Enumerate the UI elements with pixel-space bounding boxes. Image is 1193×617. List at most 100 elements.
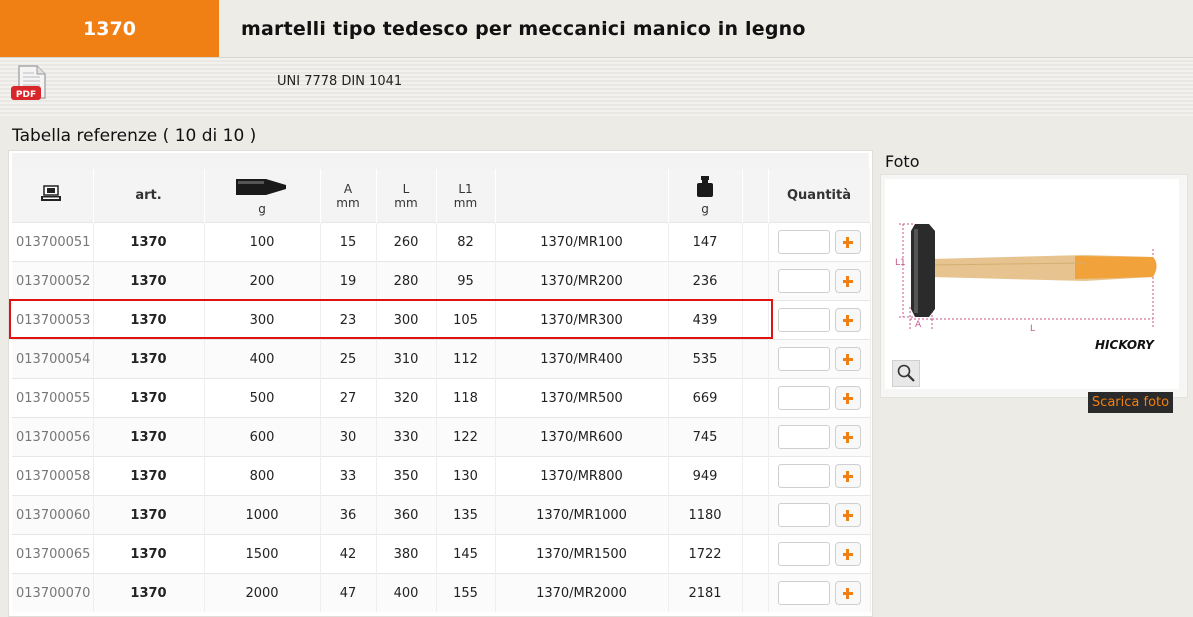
- spacer-cell: [742, 222, 769, 262]
- computer-icon: [12, 169, 94, 223]
- l1-value: 155: [436, 573, 496, 612]
- mass-value: 535: [668, 339, 743, 379]
- quantity-input[interactable]: [777, 230, 830, 254]
- page-header: 1370 martelli tipo tedesco per meccanici…: [0, 0, 1193, 58]
- quantity-cell: [768, 300, 871, 340]
- table-row: 013700058 1370 800 33 350 130 1370/MR800 949: [12, 456, 871, 496]
- zoom-icon[interactable]: [892, 360, 920, 387]
- add-to-cart-plus-icon[interactable]: [834, 386, 861, 410]
- l-value: 260: [376, 222, 437, 262]
- col-qty: Quantità: [768, 169, 871, 223]
- add-to-cart-plus-icon[interactable]: [834, 347, 861, 371]
- a-value: 19: [320, 261, 377, 301]
- add-to-cart-plus-icon[interactable]: [834, 464, 861, 488]
- spacer-cell: [742, 534, 769, 574]
- mass-value: 745: [668, 417, 743, 457]
- download-photo-button[interactable]: Scarica foto: [1088, 392, 1173, 413]
- art-number: 1370: [93, 573, 205, 612]
- product-title: martelli tipo tedesco per meccanici mani…: [241, 17, 806, 40]
- l-value: 350: [376, 456, 437, 496]
- table-row: 013700054 1370 400 25 310 112 1370/MR400 535: [12, 339, 871, 379]
- table-top-strip: [12, 153, 869, 169]
- l1-value: 130: [436, 456, 496, 496]
- quantity-input[interactable]: [777, 386, 830, 410]
- col-l1: L1 mm: [436, 169, 496, 223]
- col-a-label: A: [343, 181, 353, 196]
- table-row: 013700070 1370 2000 47 400 155 1370/MR2000 2181: [12, 573, 871, 612]
- add-to-cart-plus-icon[interactable]: [834, 230, 861, 254]
- spacer-cell: [742, 378, 769, 418]
- item-code: 013700055: [12, 378, 94, 418]
- l1-value: 118: [436, 378, 496, 418]
- col-a-unit: mm: [336, 195, 360, 210]
- quantity-input[interactable]: [777, 425, 830, 449]
- ref-code: 1370/MR500: [495, 378, 669, 418]
- table-row: 013700056 1370 600 30 330 122 1370/MR600 745: [12, 417, 871, 457]
- weight-value: 200: [204, 261, 321, 301]
- weight-unit: g: [258, 202, 266, 216]
- item-code: 013700058: [12, 456, 94, 496]
- dim-l-label: L: [1030, 324, 1035, 334]
- a-value: 42: [320, 534, 377, 574]
- l1-value: 82: [436, 222, 496, 262]
- table-row: 013700051 1370 100 15 260 82 1370/MR100 147: [12, 222, 871, 262]
- add-to-cart-plus-icon[interactable]: [834, 581, 861, 605]
- dim-a-label: A: [915, 320, 922, 330]
- add-to-cart-plus-icon[interactable]: [834, 308, 861, 332]
- l1-value: 122: [436, 417, 496, 457]
- quantity-input[interactable]: [777, 581, 830, 605]
- table-header-row: art. g A mm L mm L1 mm g Quantità: [12, 169, 871, 223]
- l-value: 280: [376, 261, 437, 301]
- product-code: 1370: [0, 0, 219, 57]
- hammer-head-icon: [234, 179, 290, 202]
- weight-value: 2000: [204, 573, 321, 612]
- col-l-label: L: [402, 181, 410, 196]
- ref-code: 1370/MR2000: [495, 573, 669, 612]
- mass-value: 2181: [668, 573, 743, 612]
- mass-unit: g: [701, 202, 709, 216]
- col-spacer: [742, 169, 769, 223]
- reference-table: art. g A mm L mm L1 mm g Quantità 013700…: [12, 169, 871, 612]
- mass-value: 147: [668, 222, 743, 262]
- l1-value: 105: [436, 300, 496, 340]
- product-photo[interactable]: L1 A L HICKORY: [885, 179, 1179, 389]
- ref-code: 1370/MR100: [495, 222, 669, 262]
- weight-value: 400: [204, 339, 321, 379]
- quantity-input[interactable]: [777, 269, 830, 293]
- add-to-cart-plus-icon[interactable]: [834, 503, 861, 527]
- quantity-input[interactable]: [777, 308, 830, 332]
- quantity-cell: [768, 456, 871, 496]
- art-number: 1370: [93, 534, 205, 574]
- l-value: 300: [376, 300, 437, 340]
- quantity-input[interactable]: [777, 503, 830, 527]
- item-code: 013700056: [12, 417, 94, 457]
- l1-value: 112: [436, 339, 496, 379]
- l-value: 360: [376, 495, 437, 535]
- col-a: A mm: [320, 169, 377, 223]
- weight-value: 500: [204, 378, 321, 418]
- col-l-unit: mm: [394, 195, 418, 210]
- quantity-cell: [768, 417, 871, 457]
- add-to-cart-plus-icon[interactable]: [834, 542, 861, 566]
- col-mass: g: [668, 169, 743, 223]
- info-bar: [0, 58, 1193, 116]
- col-l1-unit: mm: [453, 195, 478, 210]
- quantity-input[interactable]: [777, 542, 830, 566]
- brand-label: HICKORY: [1095, 338, 1155, 352]
- l-value: 330: [376, 417, 437, 457]
- spacer-cell: [742, 495, 769, 535]
- art-number: 1370: [93, 495, 205, 535]
- spacer-cell: [742, 339, 769, 379]
- quantity-cell: [768, 222, 871, 262]
- quantity-input[interactable]: [777, 464, 830, 488]
- quantity-input[interactable]: [777, 347, 830, 371]
- add-to-cart-plus-icon[interactable]: [834, 425, 861, 449]
- item-code: 013700051: [12, 222, 94, 262]
- art-number: 1370: [93, 339, 205, 379]
- spacer-cell: [742, 417, 769, 457]
- weight-icon: [695, 176, 715, 202]
- add-to-cart-plus-icon[interactable]: [834, 269, 861, 293]
- a-value: 33: [320, 456, 377, 496]
- item-code: 013700070: [12, 573, 94, 612]
- pdf-icon[interactable]: PDF: [10, 64, 52, 104]
